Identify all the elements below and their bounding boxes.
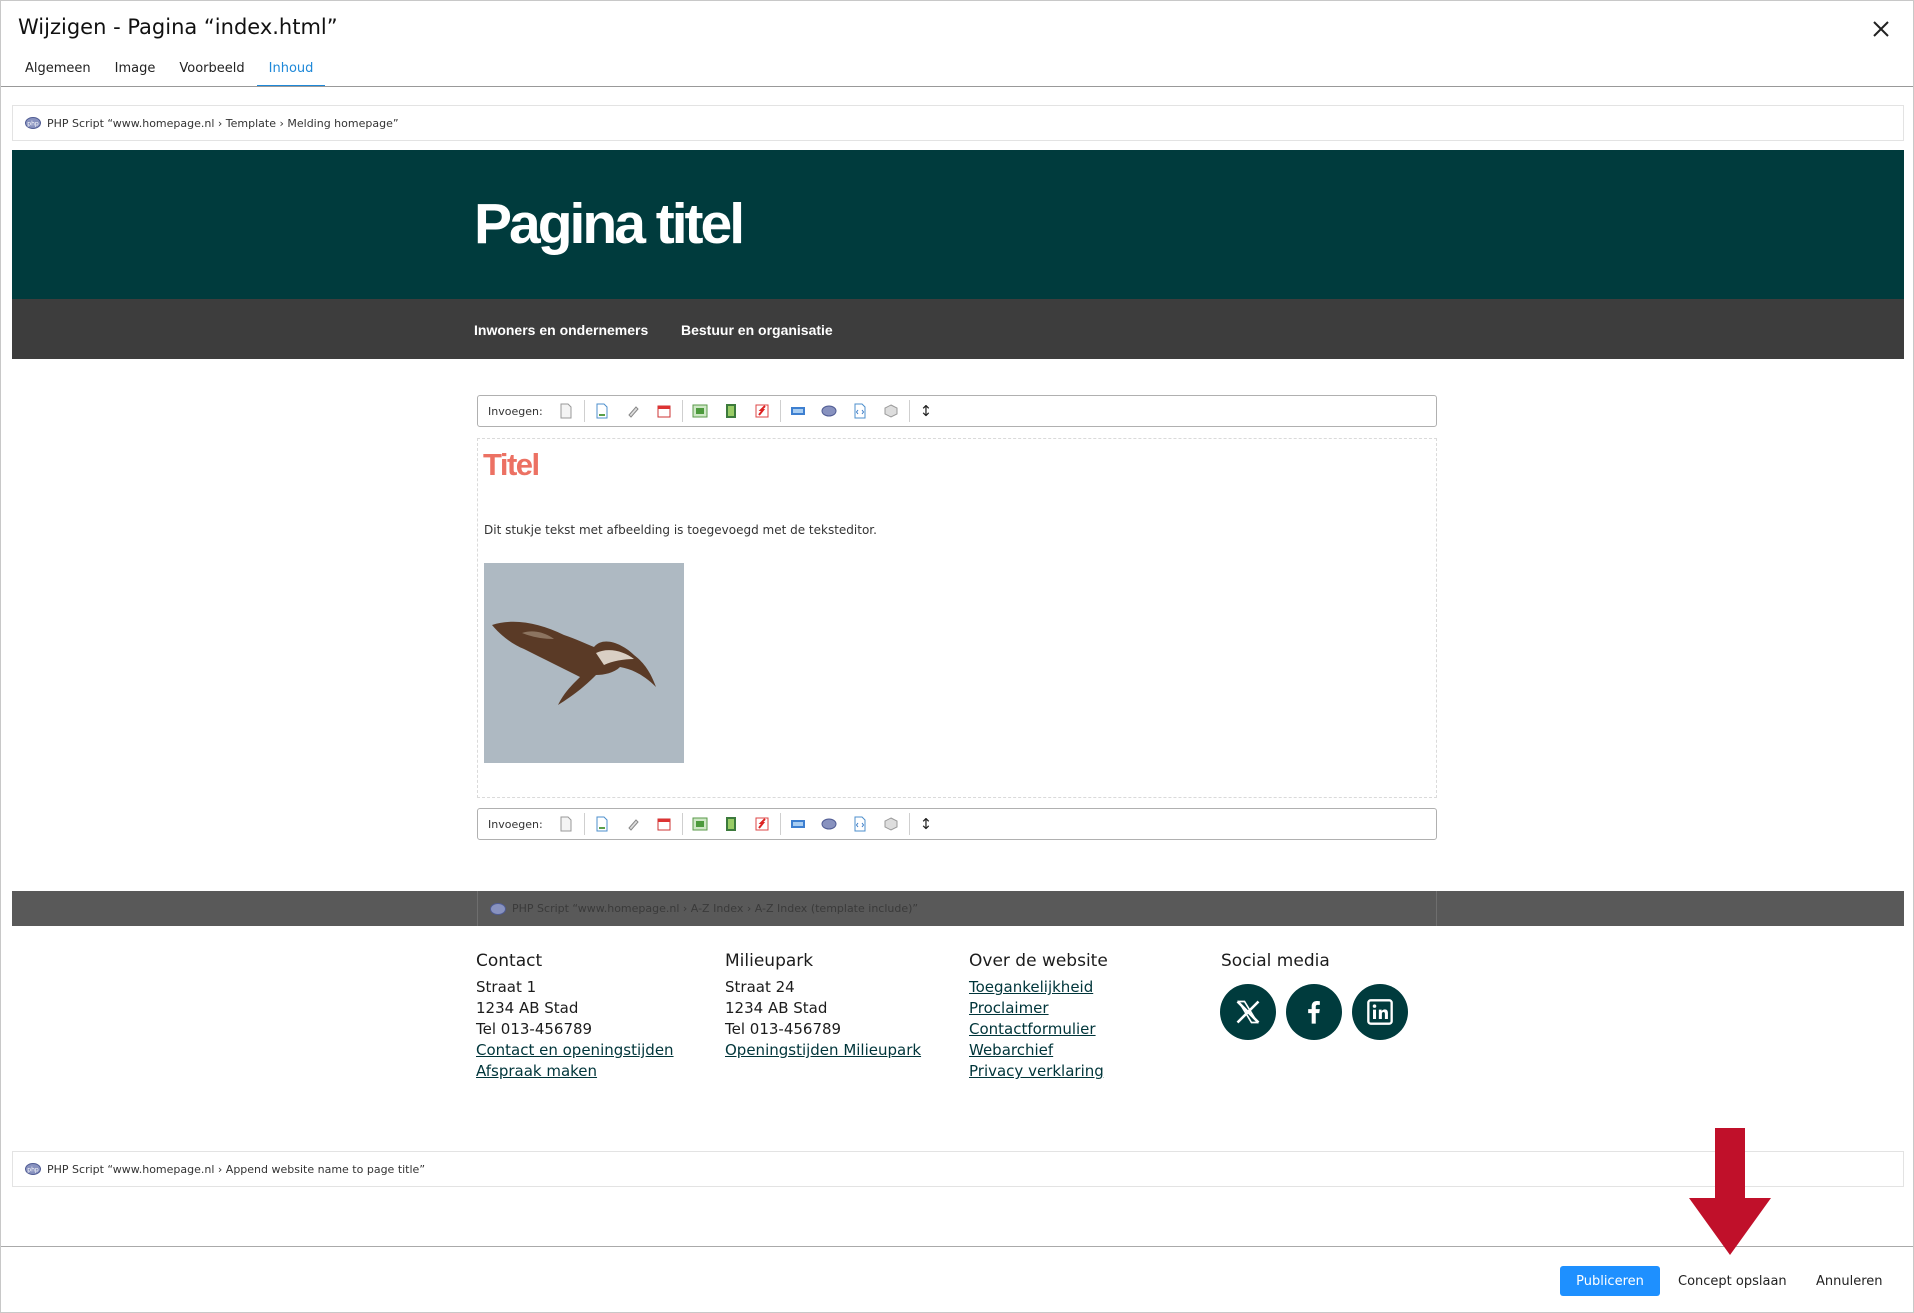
- save-draft-button[interactable]: Concept opslaan: [1678, 1266, 1787, 1296]
- toolbar-separator: [681, 400, 683, 422]
- editable-content[interactable]: Titel Dit stukje tekst met afbeelding is…: [477, 438, 1437, 798]
- document-icon[interactable]: [594, 816, 610, 832]
- footer-link[interactable]: Openingstijden Milieupark: [725, 1040, 921, 1061]
- code-icon[interactable]: [852, 816, 868, 832]
- linkedin-icon[interactable]: [1352, 984, 1408, 1040]
- insert-label: Invoegen:: [488, 404, 543, 418]
- site-header: [12, 150, 1904, 299]
- footer-website: Over de website Toegankelijkheid Proclai…: [969, 951, 1108, 1082]
- dialog-title: Wijzigen - Pagina “index.html”: [18, 15, 338, 39]
- toolbar-separator: [908, 813, 910, 835]
- footer-link[interactable]: Privacy verklaring: [969, 1061, 1108, 1082]
- insert-toolbar-bottom: Invoegen: ↕: [477, 808, 1437, 840]
- footer-link[interactable]: Contact en openingstijden: [476, 1040, 674, 1061]
- php-script-label: PHP Script “www.homepage.nl › Template ›…: [47, 116, 399, 130]
- toolbar-separator: [779, 400, 781, 422]
- html-icon[interactable]: [790, 403, 806, 419]
- tab-image[interactable]: Image: [103, 57, 168, 87]
- calendar-icon[interactable]: [656, 403, 672, 419]
- footer-line: Straat 1: [476, 978, 537, 996]
- publish-button[interactable]: Publiceren: [1560, 1266, 1660, 1296]
- page-icon[interactable]: [558, 403, 574, 419]
- php-script-bar-bottom[interactable]: php PHP Script “www.homepage.nl › Append…: [12, 1151, 1904, 1187]
- code-icon[interactable]: [852, 403, 868, 419]
- toolbar-separator: [681, 813, 683, 835]
- box-icon[interactable]: [883, 403, 899, 419]
- footer-heading: Over de website: [969, 951, 1108, 971]
- actions-divider: [1, 1246, 1913, 1247]
- insert-toolbar-top: Invoegen: ↕: [477, 395, 1437, 427]
- tabs-divider: [1, 86, 1913, 87]
- nav-item-inwoners[interactable]: Inwoners en ondernemers: [474, 322, 648, 338]
- svg-text:php: php: [27, 1166, 39, 1173]
- content-title: Titel: [483, 447, 540, 482]
- close-button[interactable]: [1867, 15, 1895, 43]
- html-icon[interactable]: [790, 816, 806, 832]
- toolbar-separator: [583, 813, 585, 835]
- box-icon[interactable]: [883, 816, 899, 832]
- insert-label: Invoegen:: [488, 817, 543, 831]
- tab-inhoud[interactable]: Inhoud: [256, 57, 326, 87]
- footer-milieupark: Milieupark Straat 24 1234 AB Stad Tel 01…: [725, 951, 921, 1061]
- footer-line: Tel 013-456789: [476, 1020, 593, 1038]
- image-icon[interactable]: [692, 403, 708, 419]
- php-icon: php: [25, 117, 41, 129]
- php-script-bar-top[interactable]: php PHP Script “www.homepage.nl › Templa…: [12, 105, 1904, 141]
- footer-link[interactable]: Webarchief: [969, 1040, 1108, 1061]
- film-icon[interactable]: [723, 403, 739, 419]
- footer-line: Tel 013-456789: [725, 1020, 842, 1038]
- flash-icon[interactable]: [754, 403, 770, 419]
- tab-voorbeeld[interactable]: Voorbeeld: [167, 57, 256, 87]
- toolbar-separator: [908, 400, 910, 422]
- film-icon[interactable]: [723, 816, 739, 832]
- php-icon: [490, 902, 506, 915]
- cancel-button[interactable]: Annuleren: [1816, 1266, 1883, 1296]
- page-icon[interactable]: [558, 816, 574, 832]
- content-text: Dit stukje tekst met afbeelding is toege…: [484, 523, 877, 537]
- bird-image[interactable]: [484, 563, 684, 763]
- move-arrows-icon[interactable]: ↕: [920, 815, 933, 833]
- flash-icon[interactable]: [754, 816, 770, 832]
- x-icon[interactable]: [1220, 984, 1276, 1040]
- calendar-icon[interactable]: [656, 816, 672, 832]
- footer-link[interactable]: Toegankelijkheid: [969, 977, 1108, 998]
- php-script-label: PHP Script “www.homepage.nl › Append web…: [47, 1162, 426, 1176]
- toolbar-separator: [583, 400, 585, 422]
- tab-bar: Algemeen Image Voorbeeld Inhoud: [13, 57, 326, 87]
- facebook-icon[interactable]: [1286, 984, 1342, 1040]
- footer-link[interactable]: Afspraak maken: [476, 1061, 674, 1082]
- footer-line: 1234 AB Stad: [476, 999, 579, 1017]
- php-icon: php: [25, 1163, 41, 1175]
- document-icon[interactable]: [594, 403, 610, 419]
- edit-dialog: Wijzigen - Pagina “index.html” Algemeen …: [0, 0, 1914, 1313]
- attachment-icon[interactable]: [625, 816, 641, 832]
- php-icon[interactable]: [821, 403, 837, 419]
- footer-link[interactable]: Proclaimer: [969, 998, 1108, 1019]
- footer-heading: Social media: [1221, 951, 1330, 971]
- footer-contact: Contact Straat 1 1234 AB Stad Tel 013-45…: [476, 951, 674, 1082]
- page-title: Pagina titel: [474, 192, 745, 256]
- footer-heading: Milieupark: [725, 951, 814, 971]
- toolbar-separator: [779, 813, 781, 835]
- footer-link[interactable]: Contactformulier: [969, 1019, 1108, 1040]
- az-index-label: PHP Script “www.homepage.nl › A-Z Index …: [512, 902, 919, 915]
- svg-text:php: php: [27, 120, 39, 127]
- tab-algemeen[interactable]: Algemeen: [13, 57, 103, 87]
- close-icon: [1873, 21, 1889, 37]
- image-icon[interactable]: [692, 816, 708, 832]
- footer-line: 1234 AB Stad: [725, 999, 828, 1017]
- footer-heading: Contact: [476, 951, 543, 971]
- az-index-script[interactable]: PHP Script “www.homepage.nl › A-Z Index …: [477, 891, 1437, 926]
- move-arrows-icon[interactable]: ↕: [920, 402, 933, 420]
- red-arrow-icon: [1689, 1128, 1771, 1255]
- attachment-icon[interactable]: [625, 403, 641, 419]
- social-icons: [1220, 984, 1408, 1040]
- site-nav: [12, 299, 1904, 359]
- footer-line: Straat 24: [725, 978, 795, 996]
- php-icon[interactable]: [821, 816, 837, 832]
- footer-social: Social media: [1221, 951, 1330, 977]
- nav-item-bestuur[interactable]: Bestuur en organisatie: [681, 322, 833, 338]
